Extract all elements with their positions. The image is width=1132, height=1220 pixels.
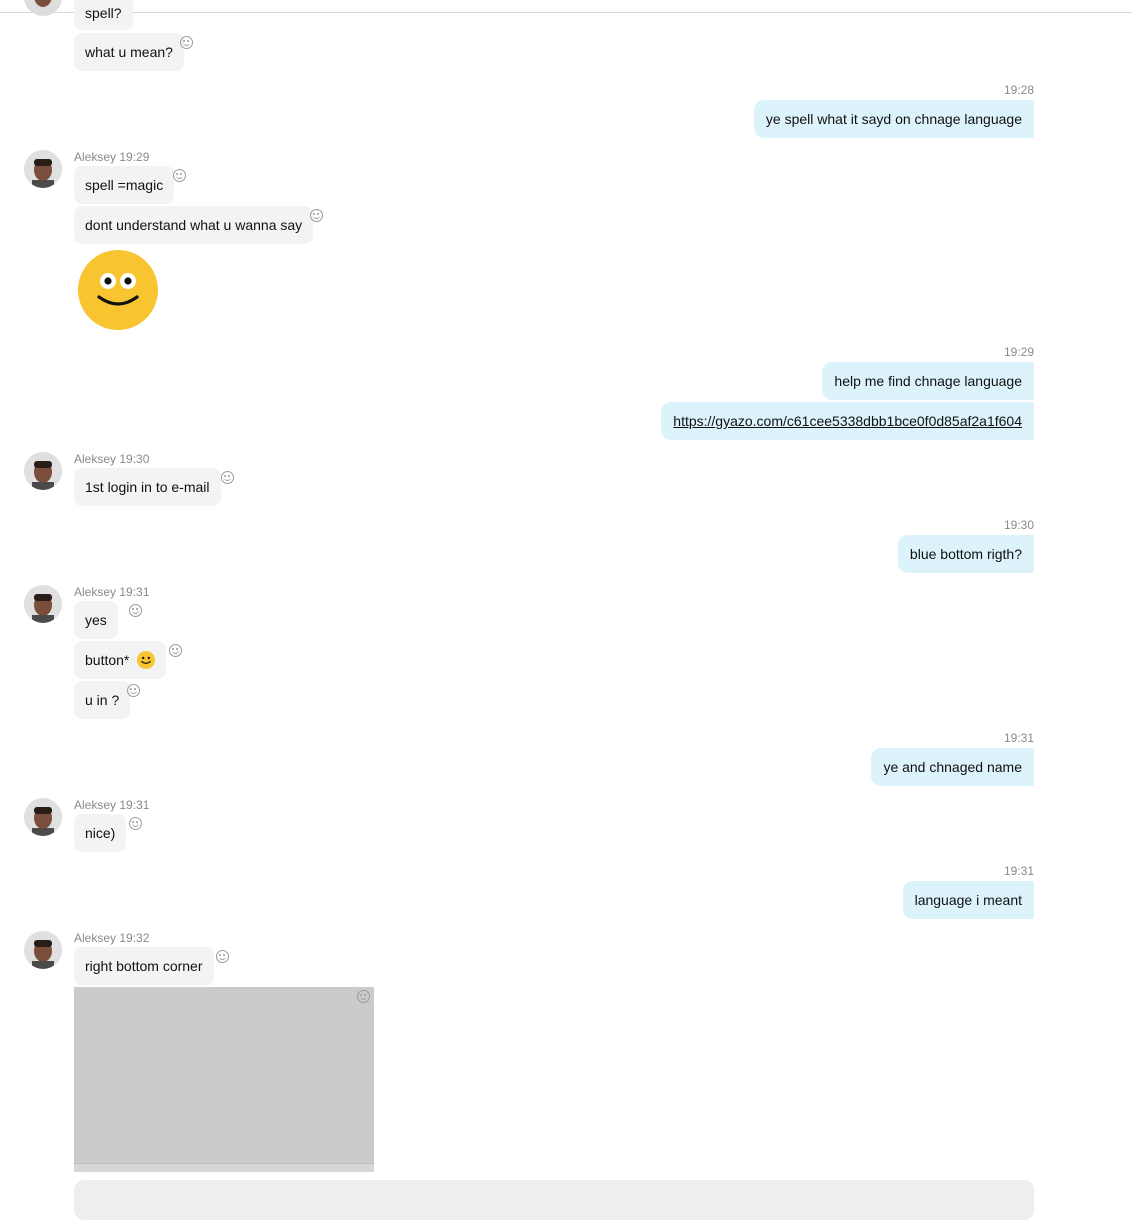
- sender-name: Aleksey: [74, 150, 117, 164]
- add-reaction-icon[interactable]: [173, 169, 186, 182]
- message-text: ye and chnaged name: [883, 759, 1022, 775]
- message-time: 19:30: [119, 452, 150, 466]
- message-bubble-outgoing[interactable]: help me find chnage language: [822, 362, 1034, 400]
- sender-meta: Aleksey 19:32: [74, 931, 149, 945]
- avatar[interactable]: [24, 452, 62, 490]
- message-bubble-outgoing[interactable]: ye and chnaged name: [871, 748, 1034, 786]
- message-bubble-outgoing[interactable]: https://gyazo.com/c61cee5338dbb1bce0f0d8…: [661, 402, 1034, 440]
- message-text: blue bottom rigth?: [909, 546, 1022, 562]
- message-bubble[interactable]: u in ?: [74, 681, 140, 719]
- message-timestamp: 19:28: [1003, 83, 1034, 97]
- message-timestamp: 19:31: [1003, 864, 1034, 878]
- sender-meta: Aleksey 19:29: [74, 150, 149, 164]
- image-loading-bar: [74, 1163, 374, 1172]
- add-reaction-icon[interactable]: [129, 604, 142, 617]
- message-bubble[interactable]: button*: [74, 641, 182, 679]
- message-text: help me find chnage language: [834, 373, 1022, 389]
- message-time: 19:32: [119, 931, 150, 945]
- message-bubble[interactable]: what u mean?: [74, 33, 193, 71]
- sender-name: Aleksey: [74, 452, 117, 466]
- add-reaction-icon[interactable]: [127, 684, 140, 697]
- message-timestamp: 19:30: [1003, 518, 1034, 532]
- message-text: ye spell what it sayd on chnage language: [765, 111, 1022, 127]
- avatar[interactable]: [24, 0, 62, 16]
- sender-name: Aleksey: [74, 931, 117, 945]
- message-timestamp: 19:31: [1003, 731, 1034, 745]
- message-bubble[interactable]: nice): [74, 814, 142, 852]
- avatar[interactable]: [24, 798, 62, 836]
- message-bubble[interactable]: spell =magic: [74, 166, 186, 204]
- avatar[interactable]: [24, 150, 62, 188]
- smiley-emoji-icon: [137, 650, 156, 669]
- message-bubble-outgoing[interactable]: language i meant: [902, 881, 1034, 919]
- message-text: dont understand what u wanna say: [85, 217, 303, 233]
- message-time: 19:31: [119, 798, 150, 812]
- add-reaction-icon[interactable]: [180, 36, 193, 49]
- avatar[interactable]: [24, 585, 62, 623]
- message-text: nice): [85, 825, 116, 841]
- message-text: language i meant: [914, 892, 1022, 908]
- message-bubble[interactable]: spell?: [74, 0, 133, 30]
- message-text: what u mean?: [85, 44, 173, 60]
- message-bubble[interactable]: right bottom corner: [74, 947, 229, 985]
- message-bubble-outgoing[interactable]: ye spell what it sayd on chnage language: [753, 100, 1034, 138]
- add-reaction-icon[interactable]: [216, 950, 229, 963]
- add-reaction-icon[interactable]: [310, 209, 323, 222]
- message-composer[interactable]: [74, 1180, 1034, 1220]
- add-reaction-icon[interactable]: [357, 990, 370, 1003]
- message-bubble[interactable]: 1st login in to e-mail: [74, 468, 234, 506]
- message-text: spell?: [85, 5, 122, 21]
- message-text: 1st login in to e-mail: [85, 479, 210, 495]
- sender-name: Aleksey: [74, 585, 117, 599]
- sender-meta: Aleksey 19:31: [74, 585, 149, 599]
- message-text: right bottom corner: [85, 958, 203, 974]
- sender-meta: Aleksey 19:30: [74, 452, 149, 466]
- message-bubble-outgoing[interactable]: blue bottom rigth?: [897, 535, 1034, 573]
- message-bubble[interactable]: yes: [74, 601, 142, 639]
- add-reaction-icon[interactable]: [129, 817, 142, 830]
- message-time: 19:29: [119, 150, 150, 164]
- header-divider: [0, 12, 1132, 13]
- message-text: button*: [85, 652, 130, 668]
- message-link[interactable]: https://gyazo.com/c61cee5338dbb1bce0f0d8…: [673, 413, 1022, 429]
- message-time: 19:31: [119, 585, 150, 599]
- avatar[interactable]: [24, 931, 62, 969]
- message-bubble[interactable]: dont understand what u wanna say: [74, 206, 323, 244]
- smiley-emoji-icon[interactable]: [78, 250, 158, 330]
- add-reaction-icon[interactable]: [221, 471, 234, 484]
- sender-name: Aleksey: [74, 798, 117, 812]
- sender-meta: Aleksey 19:31: [74, 798, 149, 812]
- image-attachment[interactable]: [74, 987, 374, 1172]
- message-timestamp: 19:29: [1003, 345, 1034, 359]
- message-text: u in ?: [85, 692, 120, 708]
- message-text: spell =magic: [85, 177, 164, 193]
- message-text: yes: [85, 612, 107, 628]
- add-reaction-icon[interactable]: [169, 644, 182, 657]
